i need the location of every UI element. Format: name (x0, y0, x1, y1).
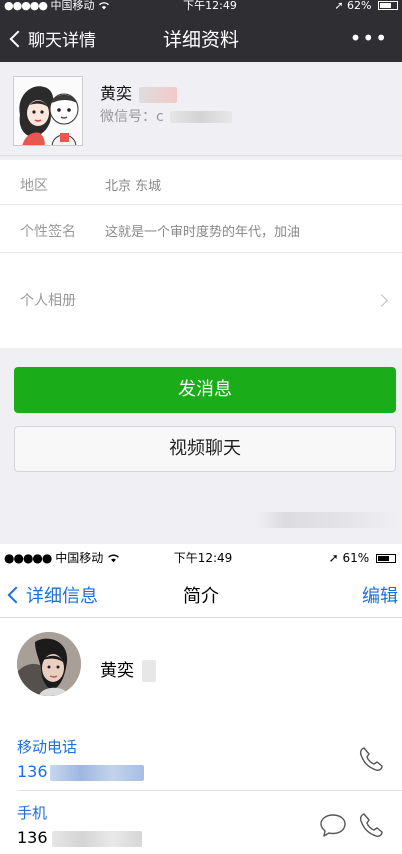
status-battery-group: ➚ 62% (334, 0, 398, 12)
status-time: 下午12:49 (183, 0, 237, 12)
battery-icon (378, 1, 398, 10)
watermark-blur (255, 512, 400, 528)
wifi-icon (107, 551, 120, 565)
avatar[interactable] (13, 76, 83, 146)
redacted-number-block (49, 764, 144, 781)
chevron-right-icon (375, 294, 388, 307)
mobile-phone-number: 136 (17, 762, 144, 781)
wxid-label: 微信号： (100, 109, 156, 125)
video-chat-button[interactable]: 视频聊天 (14, 426, 396, 472)
cell-phone-label: 手机 (17, 804, 48, 822)
message-icon[interactable] (318, 810, 348, 840)
region-row: 地区 北京 东城 (0, 160, 402, 205)
signature-value: 这就是一个审时度势的年代，加油 (105, 225, 301, 240)
chevron-left-icon (9, 30, 27, 48)
contact-navbar: 详细信息 简介 编辑 (0, 570, 402, 618)
redacted-number-block (51, 830, 142, 847)
location-arrow-icon: ➚ (334, 0, 344, 12)
profile-header: 黄奕 微信号：c (0, 62, 402, 156)
wxid-row: 微信号：c (100, 106, 233, 126)
avatar (17, 632, 81, 696)
back-label: 详细信息 (26, 586, 98, 607)
status-bar: ●●●●● 中国移动 下午12:49 ➚ 61% (0, 550, 402, 566)
battery-icon (376, 554, 396, 563)
status-battery-percent: 62% (347, 0, 372, 12)
mobile-phone-label: 移动电话 (17, 738, 78, 756)
chevron-left-icon (7, 586, 25, 604)
status-battery-percent: 61% (342, 551, 370, 565)
back-button[interactable]: 详细信息 (7, 582, 98, 608)
album-row[interactable]: 个人相册 (0, 253, 402, 348)
field-divider (17, 790, 402, 791)
region-label: 地区 (20, 178, 48, 194)
wifi-icon (98, 0, 110, 12)
status-bar: ●●●●● 中国移动 下午12:49 ➚ 62% (0, 0, 402, 12)
redacted-name-block (139, 86, 178, 103)
status-carrier: 中国移动 (55, 551, 104, 565)
wechat-profile-screen: ●●●●● 中国移动 下午12:49 ➚ 62% 聊天详情 详细资料 ••• 黄… (0, 0, 402, 544)
profile-name-row: 黄奕 (100, 80, 178, 104)
status-carrier-group: ●●●●● 中国移动 (4, 0, 110, 12)
status-carrier: 中国移动 (50, 0, 95, 12)
back-label: 聊天详情 (28, 31, 96, 51)
signal-dots-icon: ●●●●● (4, 0, 48, 12)
edit-button[interactable]: 编辑 (362, 582, 398, 608)
signal-dots-icon: ●●●●● (4, 551, 52, 565)
wechat-nav: 聊天详情 详细资料 ••• (0, 14, 402, 62)
phone-icon[interactable] (356, 744, 386, 774)
redacted-wxid-block (170, 111, 233, 123)
status-time: 下午12:49 (173, 551, 233, 565)
contact-name: 黄奕 (100, 661, 134, 681)
redacted-name-block (142, 660, 157, 682)
back-button[interactable]: 聊天详情 (9, 26, 96, 51)
signature-label: 个性签名 (20, 224, 76, 240)
profile-name: 黄奕 (100, 84, 133, 103)
wechat-navbar: ●●●●● 中国移动 下午12:49 ➚ 62% 聊天详情 详细资料 ••• (0, 0, 402, 62)
location-arrow-icon: ➚ (328, 551, 339, 565)
phone-icon[interactable] (356, 810, 386, 840)
wxid-value: c (156, 109, 164, 125)
contact-card-screen: ●●●●● 中国移动 下午12:49 ➚ 61% 详细信息 简介 编辑 黄奕 移… (0, 546, 402, 854)
mobile-phone-field[interactable]: 移动电话 136 (0, 732, 402, 791)
cell-phone-number: 136 (17, 828, 142, 847)
album-label: 个人相册 (20, 293, 76, 309)
cartoon-avatar-illustration (14, 77, 82, 145)
status-carrier-group: ●●●●● 中国移动 (4, 550, 120, 566)
send-message-button[interactable]: 发消息 (14, 367, 396, 413)
contact-name-row: 黄奕 (100, 656, 157, 682)
status-battery-group: ➚ 61% (329, 550, 396, 566)
cell-phone-field[interactable]: 手机 136 (0, 798, 402, 854)
region-value: 北京 东城 (105, 179, 162, 194)
contact-photo (17, 632, 81, 696)
profile-info-list: 地区 北京 东城 个性签名 这就是一个审时度势的年代，加油 个人相册 (0, 160, 402, 348)
more-button[interactable]: ••• (350, 26, 388, 50)
signature-row: 个性签名 这就是一个审时度势的年代，加油 (0, 205, 402, 253)
